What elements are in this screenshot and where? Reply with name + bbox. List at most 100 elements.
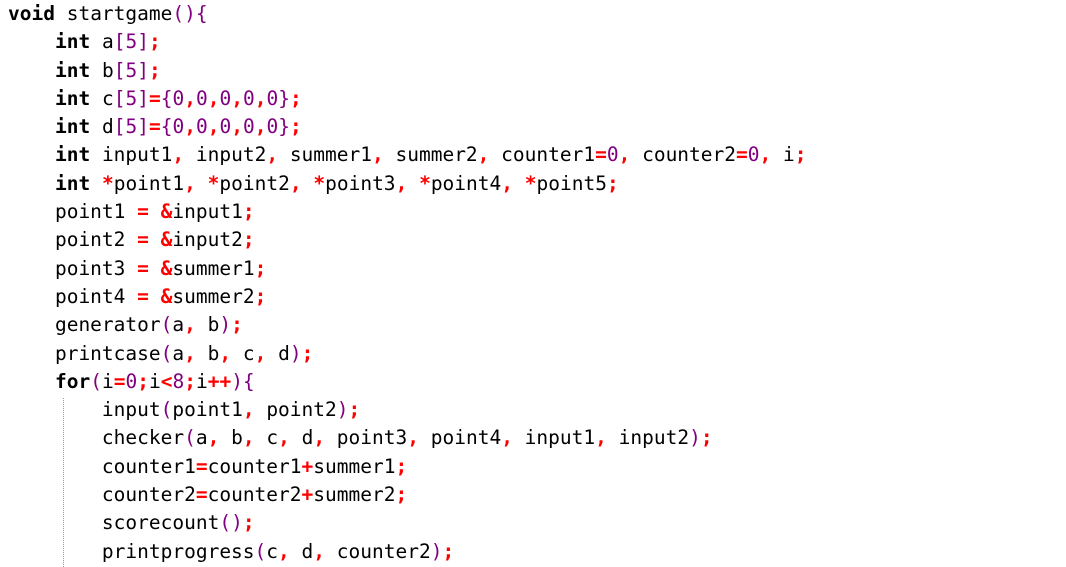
code-token-op: ,: [231, 86, 243, 110]
code-line[interactable]: point1 = &input1;: [8, 198, 807, 226]
code-token-op: ;: [606, 171, 619, 195]
code-token-br: (: [254, 539, 267, 563]
code-token-op: ;: [242, 200, 255, 224]
code-line[interactable]: counter1=counter1+summer1;: [8, 453, 807, 481]
code-token-op: ;: [254, 256, 267, 280]
code-token-num: 0: [172, 86, 185, 110]
code-token-ident: c: [266, 539, 279, 563]
code-token-kw: for: [54, 369, 91, 393]
code-token-ident: [8, 30, 55, 53]
code-token-ident: input: [8, 398, 161, 422]
code-token-kw: int: [54, 86, 91, 110]
code-token-num: 0: [195, 86, 208, 110]
code-line[interactable]: int b[5];: [8, 57, 807, 85]
code-line[interactable]: printprogress(c, d, counter2);: [8, 538, 807, 566]
code-token-ident: d: [90, 115, 114, 139]
code-token-op: &: [160, 284, 173, 308]
code-token-op: ,: [313, 539, 326, 563]
code-token-ident: [90, 172, 102, 195]
code-line[interactable]: scorecount();: [8, 509, 807, 537]
code-token-op: ,: [172, 143, 185, 167]
code-token-op: ,: [254, 341, 267, 365]
code-token-ident: printcase: [8, 341, 161, 365]
code-token-ident: printprogress: [8, 539, 255, 563]
code-token-ident: [196, 172, 208, 195]
code-token-br: (: [184, 426, 196, 450]
code-token-kw: int: [54, 143, 91, 167]
code-token-op: ,: [501, 171, 514, 195]
code-token-op: <: [160, 369, 173, 393]
code-line[interactable]: counter2=counter2+summer2;: [8, 481, 807, 509]
code-token-op: ;: [301, 341, 314, 365]
code-token-ident: c: [254, 426, 279, 450]
code-token-op: ,: [184, 341, 196, 365]
code-token-op: ;: [348, 398, 361, 422]
code-line[interactable]: int d[5]={0,0,0,0,0};: [8, 113, 807, 141]
code-token-ident: input2: [606, 426, 690, 450]
code-token-op: ++: [207, 369, 232, 393]
code-token-br: ): [336, 398, 349, 422]
code-token-op: *: [524, 171, 537, 195]
code-line[interactable]: int input1, input2, summer1, summer2, co…: [8, 141, 807, 169]
code-token-op: ,: [231, 115, 243, 139]
code-token-ident: [8, 115, 55, 138]
code-line[interactable]: point4 = &summer2;: [8, 283, 807, 311]
code-token-ident: counter2: [325, 539, 431, 563]
code-token-br: [: [113, 86, 126, 110]
code-line[interactable]: for(i=0;i<8;i++){: [8, 368, 807, 396]
code-token-op: =: [595, 143, 607, 167]
code-token-ident: counter2: [8, 483, 196, 507]
code-token-br: (){: [172, 2, 208, 25]
code-token-ident: [8, 172, 55, 195]
code-token-op: ;: [148, 30, 161, 54]
code-token-ident: summer2: [383, 143, 478, 167]
code-token-br: ): [430, 539, 443, 563]
code-token-op: ;: [289, 115, 302, 139]
code-token-ident: summer1: [172, 256, 255, 280]
code-token-op: ,: [278, 539, 290, 563]
code-line[interactable]: input(point1, point2);: [8, 396, 807, 424]
code-token-op: ,: [219, 341, 232, 365]
code-token-op: ,: [254, 115, 267, 139]
code-line[interactable]: point2 = &input2;: [8, 226, 807, 254]
code-token-ident: a: [172, 313, 185, 337]
code-line[interactable]: point3 = &summer1;: [8, 255, 807, 283]
code-token-ident: counter1: [8, 454, 196, 478]
code-line[interactable]: checker(a, b, c, d, point3, point4, inpu…: [8, 424, 807, 452]
code-token-ident: point2: [219, 171, 290, 195]
code-token-ident: [302, 172, 314, 195]
code-token-ident: i: [195, 369, 208, 393]
code-token-kw: int: [54, 30, 91, 54]
code-token-ident: c: [231, 341, 255, 365]
code-text[interactable]: void startgame(){ int a[5]; int b[5]; in…: [8, 0, 807, 566]
code-token-op: ,: [313, 426, 326, 450]
code-editor[interactable]: void startgame(){ int a[5]; int b[5]; in…: [0, 0, 1066, 567]
code-line[interactable]: void startgame(){: [8, 0, 807, 28]
code-token-op: ;: [231, 313, 243, 337]
code-token-num: 0: [747, 143, 760, 167]
code-line[interactable]: int *point1, *point2, *point3, *point4, …: [8, 170, 807, 198]
code-token-ident: point4: [419, 426, 502, 450]
code-token-num: 5: [125, 115, 138, 139]
code-token-num: 0: [266, 115, 279, 139]
code-line[interactable]: int a[5];: [8, 28, 807, 56]
code-token-ident: d: [289, 539, 314, 563]
code-token-ident: [407, 172, 419, 195]
code-token-op: ;: [700, 426, 713, 450]
code-token-br: ){: [231, 369, 255, 393]
code-token-br: }: [278, 115, 290, 139]
code-token-ident: a: [90, 30, 114, 54]
code-token-ident: checker: [8, 426, 185, 450]
code-line[interactable]: generator(a, b);: [8, 311, 807, 339]
code-token-ident: point1: [172, 398, 243, 422]
code-token-op: &: [160, 228, 173, 252]
code-line[interactable]: printcase(a, b, c, d);: [8, 340, 807, 368]
code-token-br: ): [689, 426, 701, 450]
code-token-ident: input2: [184, 143, 267, 167]
code-token-ident: point3: [325, 426, 408, 450]
code-token-num: 0: [242, 86, 255, 110]
code-token-num: 0: [172, 115, 185, 139]
code-token-num: 0: [266, 86, 279, 110]
code-token-br: (): [219, 511, 243, 535]
code-line[interactable]: int c[5]={0,0,0,0,0};: [8, 85, 807, 113]
